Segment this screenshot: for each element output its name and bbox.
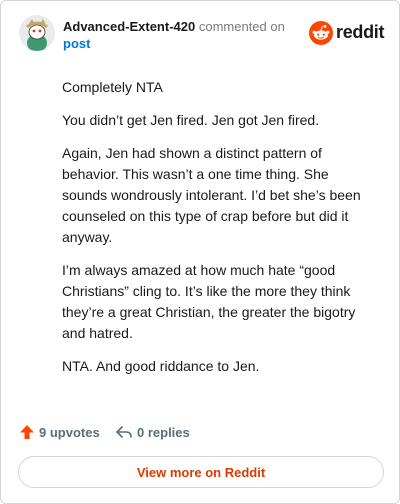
upvote-count: 9 upvotes xyxy=(39,424,100,440)
view-more-on-reddit-button[interactable]: View more on Reddit xyxy=(18,456,384,488)
reply-button[interactable]: 0 replies xyxy=(115,421,190,443)
comment-actions: 9 upvotes 0 replies xyxy=(19,421,379,443)
commented-on-text: commented on xyxy=(198,19,285,34)
comment-attribution: Advanced-Extent-420 commented on post xyxy=(63,18,303,52)
username-link[interactable]: Advanced-Extent-420 xyxy=(63,19,195,34)
comment-header: Advanced-Extent-420 commented on post re… xyxy=(19,15,385,55)
upvote-arrow-icon xyxy=(20,425,34,439)
comment-paragraph: Again, Jen had shown a distinct pattern … xyxy=(62,145,361,245)
reddit-logo-icon xyxy=(309,21,333,45)
reddit-brand[interactable]: reddit xyxy=(309,21,385,47)
comment-paragraph: NTA. And good riddance to Jen. xyxy=(62,358,260,374)
comment-paragraph: Completely NTA xyxy=(62,79,163,95)
comment-body: Completely NTA You didn’t get Jen fired.… xyxy=(62,77,372,389)
reply-arrow-icon xyxy=(116,426,132,438)
reddit-wordmark: reddit xyxy=(336,22,385,42)
upvote-button[interactable]: 9 upvotes xyxy=(19,421,100,443)
reddit-comment-embed: Advanced-Extent-420 commented on post re… xyxy=(0,0,400,504)
reply-count: 0 replies xyxy=(137,424,190,440)
comment-paragraph: I’m always amazed at how much hate “good… xyxy=(62,262,356,341)
post-link[interactable]: post xyxy=(63,35,303,52)
comment-paragraph: You didn’t get Jen fired. Jen got Jen fi… xyxy=(62,112,320,128)
user-avatar-icon[interactable] xyxy=(19,15,55,51)
